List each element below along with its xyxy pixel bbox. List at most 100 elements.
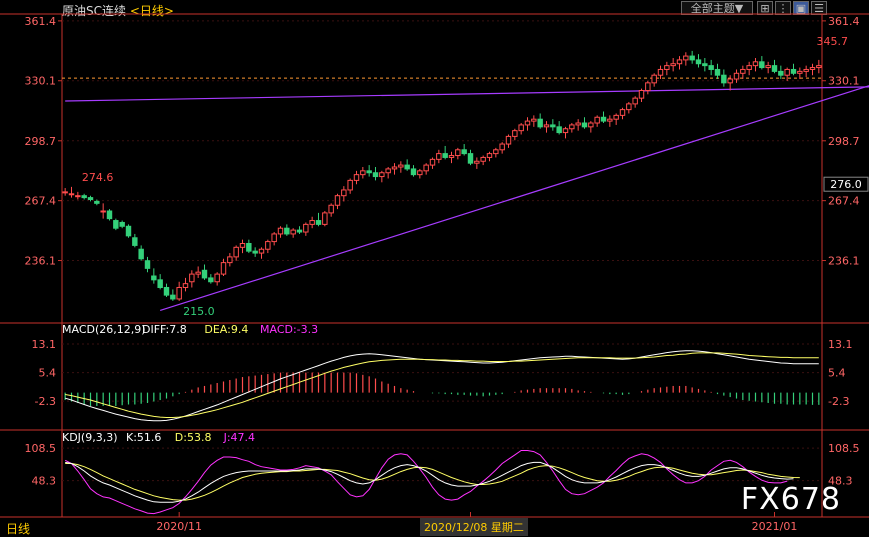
candle-body	[746, 65, 752, 70]
candle-body	[714, 68, 721, 76]
macd-tick-label-right: 13.1	[828, 338, 853, 351]
watermark-logo: FX678	[740, 482, 841, 517]
period-tab[interactable]: 日线	[6, 520, 30, 537]
macd-legend: DIFF:7.8	[142, 323, 187, 336]
price-tick-label-right: 267.4	[828, 195, 860, 208]
candle-body	[113, 220, 119, 229]
candle-body	[676, 59, 683, 65]
candle-body	[277, 227, 284, 235]
chart-window: 原油SC连续 <日线> 全部主题▼ ⊞ ⋮ ▣ ☰ 361.4 361.4 330.…	[0, 0, 869, 537]
candle-body	[220, 262, 227, 275]
candle-body	[740, 68, 746, 74]
candle-body	[790, 68, 797, 74]
candle-body	[410, 168, 417, 176]
macd-tick-label-left: -2.3	[35, 395, 56, 408]
candle-body	[486, 153, 493, 158]
trendline	[159, 85, 869, 312]
candle-body	[569, 124, 575, 130]
candle-body	[664, 65, 670, 70]
candle-body	[334, 195, 341, 206]
candle-body	[258, 248, 265, 254]
candle-body	[619, 109, 626, 116]
candle-body	[423, 164, 429, 172]
candle-body	[480, 156, 486, 162]
candle-body	[689, 55, 695, 61]
candle-body	[607, 118, 613, 122]
candle-body	[144, 260, 151, 269]
candle-body	[233, 246, 239, 258]
candle-body	[189, 273, 195, 283]
kdj-tick-label-right: 108.5	[828, 442, 860, 455]
price-tick-label-left: 298.7	[25, 135, 57, 148]
candle-body	[315, 220, 322, 225]
candle-body	[455, 149, 461, 157]
price-annotation: 274.6	[82, 171, 114, 184]
price-annotation: 215.0	[183, 305, 215, 318]
macd-legend: DEA:9.4	[204, 323, 248, 336]
candle-body	[759, 61, 765, 69]
kdj-j-line	[64, 450, 788, 515]
candle-body	[94, 200, 100, 204]
trendline	[65, 86, 869, 102]
candle-body	[537, 118, 543, 128]
candle-body	[100, 210, 106, 213]
date-label: 2021/01	[752, 520, 798, 533]
candle-body	[429, 158, 436, 166]
kdj-d-line	[65, 463, 800, 501]
candle-body	[125, 225, 132, 237]
candle-body	[341, 189, 347, 197]
kdj-header: KDJ(9,3,3)	[62, 431, 118, 444]
macd-legend: MACD:-3.3	[260, 323, 318, 336]
candle-body	[119, 221, 125, 227]
candle-body	[778, 70, 784, 76]
candle-body	[613, 114, 619, 120]
candle-body	[784, 68, 790, 76]
candle-body	[708, 65, 714, 70]
kdj-tick-label-left: 108.5	[25, 442, 57, 455]
candle-body	[499, 143, 505, 151]
candle-body	[505, 135, 512, 145]
candle-body	[176, 286, 182, 300]
candle-body	[632, 97, 638, 105]
candle-body	[328, 204, 334, 214]
candle-body	[752, 61, 759, 67]
candle-body	[733, 72, 740, 80]
candle-body	[645, 82, 651, 91]
candle-body	[556, 126, 562, 134]
kdj-legend: K:51.6	[126, 431, 161, 444]
macd-tick-label-left: 13.1	[32, 338, 57, 351]
candle-body	[246, 243, 252, 252]
kdj-legend: J:47.4	[223, 431, 255, 444]
candle-body	[385, 168, 391, 174]
candle-body	[461, 149, 467, 155]
candle-body	[62, 191, 68, 194]
price-tick-label-left: 330.1	[25, 75, 57, 88]
candle-body	[531, 118, 537, 122]
candle-body	[372, 172, 379, 178]
candle-body	[626, 103, 632, 111]
macd-diff-line	[65, 350, 819, 422]
candle-body	[683, 55, 689, 61]
candle-body	[721, 74, 727, 84]
macd-tick-label-right: 5.4	[828, 367, 846, 380]
candle-body	[550, 124, 556, 128]
candle-body	[467, 153, 474, 164]
candle-body	[417, 170, 423, 176]
kdj-legend: D:53.8	[175, 431, 212, 444]
last-price-label: 276.0	[830, 178, 862, 191]
price-tick-label-left: 267.4	[25, 195, 57, 208]
candle-body	[201, 269, 208, 279]
candle-body	[265, 241, 271, 250]
candle-body	[170, 294, 176, 300]
candle-body	[239, 243, 246, 248]
cursor-date: 2020/12/08 星期二	[420, 518, 528, 536]
candle-body	[765, 65, 771, 69]
candle-body	[581, 122, 588, 128]
candle-body	[138, 248, 144, 260]
candle-body	[68, 193, 75, 196]
price-tick-label-right: 330.1	[828, 75, 860, 88]
candle-body	[157, 279, 163, 288]
candle-body	[182, 283, 189, 288]
price-tick-label-right: 298.7	[828, 135, 860, 148]
candle-body	[296, 229, 303, 233]
